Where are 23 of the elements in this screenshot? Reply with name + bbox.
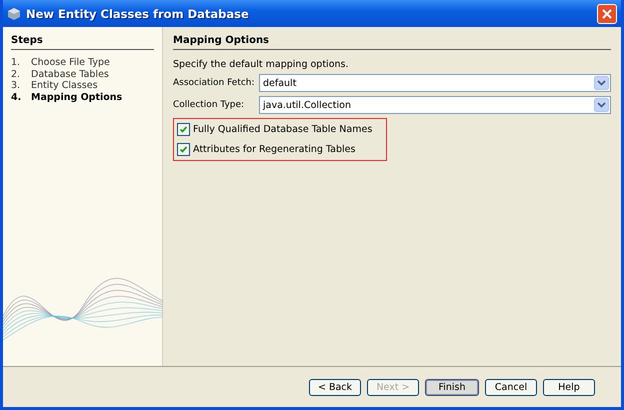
dialog-button[interactable]: Cancel	[485, 378, 537, 396]
section-heading: Mapping Options	[173, 35, 611, 50]
steps-heading: Steps	[11, 35, 154, 50]
dialog-button[interactable]: Finish	[425, 378, 479, 396]
step-item: 2. Database Tables	[11, 68, 110, 80]
cube-icon	[7, 6, 21, 20]
dialog-button[interactable]: < Back	[309, 378, 361, 396]
field-label: Association Fetch:	[173, 78, 256, 88]
close-icon	[602, 8, 612, 18]
checkbox[interactable]	[177, 143, 190, 156]
description-text: Specify the default mapping options.	[173, 59, 350, 70]
field-label: Collection Type:	[173, 100, 246, 110]
checkbox[interactable]	[177, 123, 190, 136]
dropdown-field[interactable]: default	[259, 74, 611, 92]
step-item: 3. Entity Classes	[11, 80, 99, 92]
checkbox-label: Attributes for Regenerating Tables	[193, 144, 356, 155]
checkbox-label: Fully Qualified Database Table Names	[193, 124, 372, 135]
step-item: 1. Choose File Type	[11, 57, 111, 68]
dropdown-field[interactable]: java.util.Collection	[259, 96, 611, 114]
dialog-button[interactable]: Help	[543, 378, 595, 396]
close-button[interactable]	[597, 4, 617, 24]
window-title: New Entity Classes from Database	[26, 6, 250, 20]
step-item: 4. Mapping Options	[11, 92, 124, 103]
